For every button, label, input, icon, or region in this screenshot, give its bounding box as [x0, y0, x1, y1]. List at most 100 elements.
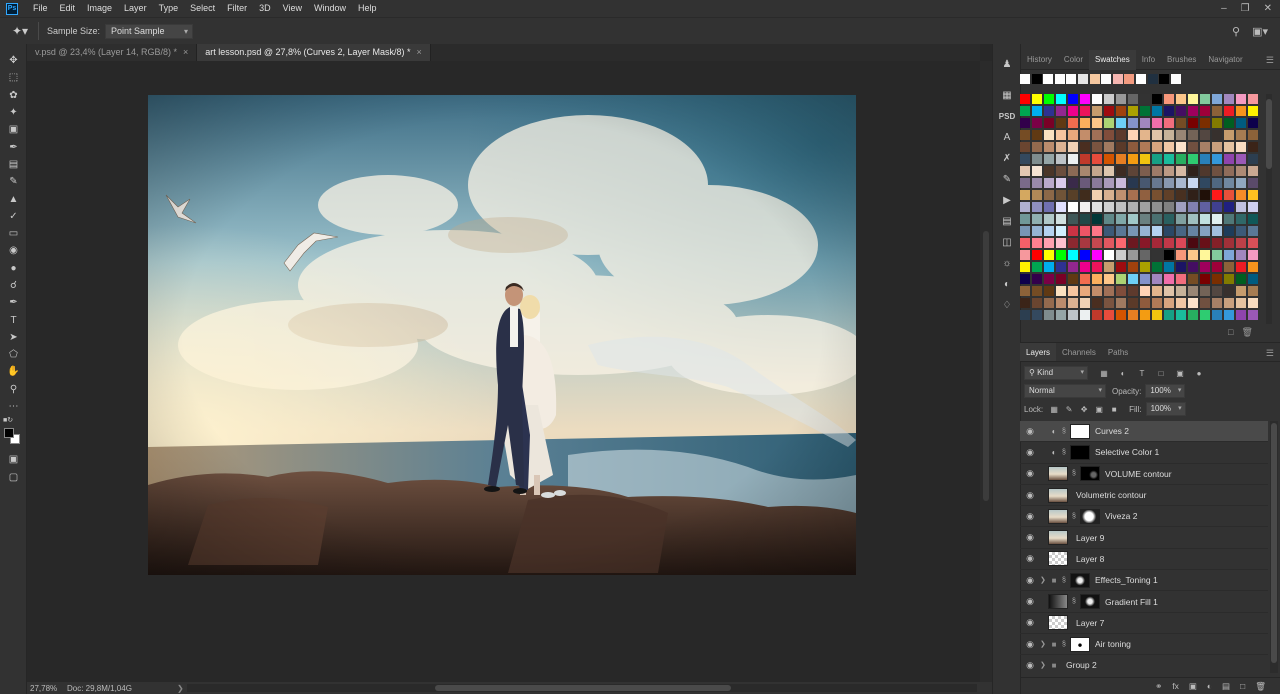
panel-menu-icon[interactable]: ☰ — [1266, 50, 1274, 70]
swatch[interactable] — [1056, 118, 1066, 128]
swatch[interactable] — [1152, 178, 1162, 188]
pen-tool-icon[interactable]: ✒ — [0, 294, 27, 311]
swatch[interactable] — [1188, 298, 1198, 308]
swatch[interactable] — [1248, 298, 1258, 308]
swatch[interactable] — [1056, 262, 1066, 272]
swatch[interactable] — [1020, 202, 1030, 212]
crop-tool-icon[interactable]: ▣ — [0, 121, 27, 138]
swatch[interactable] — [1176, 118, 1186, 128]
swatch[interactable] — [1020, 286, 1030, 296]
swatch[interactable] — [1224, 226, 1234, 236]
swatch[interactable] — [1104, 178, 1114, 188]
swatch[interactable] — [1044, 298, 1054, 308]
swatch[interactable] — [1188, 166, 1198, 176]
add-mask-icon[interactable]: ▣ — [1189, 681, 1197, 692]
swatch[interactable] — [1212, 154, 1222, 164]
tab-swatches[interactable]: Swatches — [1089, 49, 1136, 70]
swatch[interactable] — [1116, 238, 1126, 248]
swatch[interactable] — [1248, 94, 1258, 104]
swatch[interactable] — [1044, 262, 1054, 272]
brush-tool-icon[interactable]: ✎ — [0, 173, 27, 190]
swatch[interactable] — [1152, 214, 1162, 224]
swatch[interactable] — [1200, 94, 1210, 104]
swatch[interactable] — [1092, 178, 1102, 188]
swatch[interactable] — [1128, 202, 1138, 212]
swatch[interactable] — [1092, 154, 1102, 164]
swatch[interactable] — [1044, 142, 1054, 152]
measurement-icon[interactable]: ▤ — [993, 211, 1021, 232]
swatch[interactable] — [1128, 286, 1138, 296]
marquee-tool-icon[interactable]: ⬚ — [0, 69, 27, 86]
swatch[interactable] — [1092, 118, 1102, 128]
swatch[interactable] — [1128, 274, 1138, 284]
swatch[interactable] — [1140, 286, 1150, 296]
swatch[interactable] — [1164, 298, 1174, 308]
new-group-icon[interactable]: ▤ — [1222, 681, 1230, 692]
swatch[interactable] — [1212, 274, 1222, 284]
swatch[interactable] — [1212, 286, 1222, 296]
actions-icon[interactable]: ▶ — [993, 190, 1021, 211]
swatch[interactable] — [1068, 166, 1078, 176]
swatch[interactable] — [1020, 118, 1030, 128]
swatch[interactable] — [1116, 250, 1126, 260]
close-tab-icon[interactable]: × — [417, 47, 422, 57]
swatch[interactable] — [1032, 202, 1042, 212]
swatch[interactable] — [1248, 166, 1258, 176]
swatch[interactable] — [1128, 118, 1138, 128]
swatch[interactable] — [1212, 178, 1222, 188]
swatch[interactable] — [1164, 226, 1174, 236]
swatch[interactable] — [1032, 94, 1042, 104]
swatch[interactable] — [1164, 214, 1174, 224]
swatch[interactable] — [1128, 178, 1138, 188]
swatch[interactable] — [1116, 262, 1126, 272]
recent-swatch[interactable] — [1031, 74, 1042, 84]
swatch[interactable] — [1152, 286, 1162, 296]
swatch[interactable] — [1092, 202, 1102, 212]
swatch[interactable] — [1164, 310, 1174, 320]
layer-thumbnail[interactable] — [1048, 487, 1068, 503]
swatch[interactable] — [1164, 166, 1174, 176]
layer-mask-thumbnail[interactable] — [1080, 466, 1100, 482]
swatch[interactable] — [1080, 178, 1090, 188]
swatch[interactable] — [1056, 226, 1066, 236]
swatch[interactable] — [1128, 142, 1138, 152]
swatch[interactable] — [1164, 202, 1174, 212]
mask-link-icon[interactable]: § — [1060, 641, 1068, 648]
swatch[interactable] — [1188, 94, 1198, 104]
swatch[interactable] — [1188, 130, 1198, 140]
swatch[interactable] — [1020, 274, 1030, 284]
swatch[interactable] — [1104, 250, 1114, 260]
swatch[interactable] — [1080, 118, 1090, 128]
recent-swatch[interactable] — [1101, 74, 1112, 84]
menu-view[interactable]: View — [277, 0, 308, 17]
recent-swatch[interactable] — [1170, 74, 1181, 84]
swatch[interactable] — [1068, 118, 1078, 128]
swatch[interactable] — [1092, 310, 1102, 320]
swatch[interactable] — [1044, 202, 1054, 212]
swatch[interactable] — [1224, 250, 1234, 260]
layers-scrollbar[interactable] — [1270, 421, 1278, 673]
eyedropper-tool-icon[interactable]: ✒ — [0, 138, 27, 155]
swatch[interactable] — [1188, 310, 1198, 320]
swatch[interactable] — [1164, 274, 1174, 284]
visibility-eye-icon[interactable]: ◉ — [1020, 617, 1040, 628]
swatch[interactable] — [1176, 106, 1186, 116]
new-layer-icon[interactable]: □ — [1240, 681, 1245, 691]
swatch[interactable] — [1116, 154, 1126, 164]
swatch[interactable] — [1080, 142, 1090, 152]
swatch[interactable] — [1056, 250, 1066, 260]
swatch[interactable] — [1020, 262, 1030, 272]
adjustment-layer-icon[interactable]: ◐ — [1048, 427, 1060, 436]
recent-swatch[interactable] — [1112, 74, 1123, 84]
swatch[interactable] — [1044, 250, 1054, 260]
recent-swatch[interactable] — [1077, 74, 1088, 84]
mask-link-icon[interactable]: § — [1060, 428, 1068, 435]
swatch[interactable] — [1068, 178, 1078, 188]
swatch[interactable] — [1152, 202, 1162, 212]
swatch[interactable] — [1140, 298, 1150, 308]
swatch[interactable] — [1212, 142, 1222, 152]
swatch[interactable] — [1176, 190, 1186, 200]
swatch[interactable] — [1032, 238, 1042, 248]
swatch[interactable] — [1224, 166, 1234, 176]
swatch[interactable] — [1140, 214, 1150, 224]
